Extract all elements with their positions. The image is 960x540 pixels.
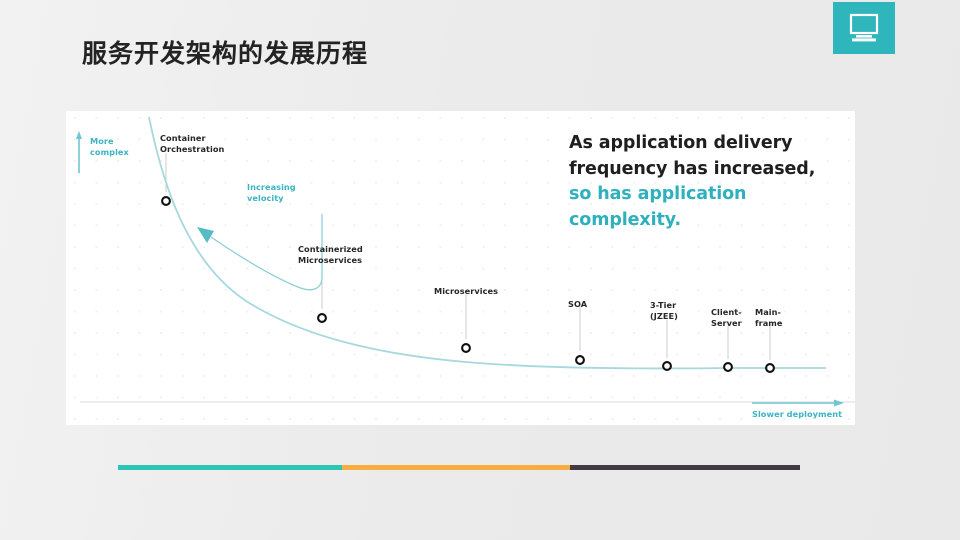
chart-card: As application delivery frequency has in… <box>66 111 855 425</box>
node-container-orchestration[interactable] <box>161 196 171 206</box>
accent-bar-dark <box>570 465 800 470</box>
increasing-velocity-caption: Increasing velocity <box>247 182 296 204</box>
node-soa[interactable] <box>575 355 585 365</box>
page-title: 服务开发架构的发展历程 <box>82 39 369 68</box>
label-containerized-microservices: Containerized Microservices <box>298 244 363 265</box>
node-microservices[interactable] <box>461 343 471 353</box>
label-soa: SOA <box>568 299 588 309</box>
headline-line-2: frequency has increased, <box>569 158 816 179</box>
x-axis-caption: Slower deployment <box>752 409 843 419</box>
node-mainframe[interactable] <box>765 363 775 373</box>
y-axis-indicator <box>76 131 82 173</box>
x-axis-indicator <box>752 399 844 407</box>
accent-bar-orange <box>342 465 570 470</box>
headline-line-1: As application delivery <box>569 133 793 153</box>
node-containerized-microservices[interactable] <box>317 313 327 323</box>
node-3-tier[interactable] <box>662 361 672 371</box>
computer-monitor-icon <box>849 13 879 42</box>
label-client-server: Client- Server <box>711 307 742 328</box>
label-microservices: Microservices <box>434 286 499 296</box>
brand-logo-tile <box>833 2 895 54</box>
accent-bar-teal <box>118 465 342 470</box>
headline-block: As application delivery frequency has in… <box>569 131 855 233</box>
node-client-server[interactable] <box>723 362 733 372</box>
y-axis-caption: More complex <box>90 136 129 158</box>
headline-line-3: so has application complexity. <box>569 184 747 230</box>
label-container-orchestration: Container Orchestration <box>160 133 225 154</box>
label-3-tier: 3-Tier (JZEE) <box>650 300 678 321</box>
label-mainframe: Main- frame <box>755 307 783 328</box>
